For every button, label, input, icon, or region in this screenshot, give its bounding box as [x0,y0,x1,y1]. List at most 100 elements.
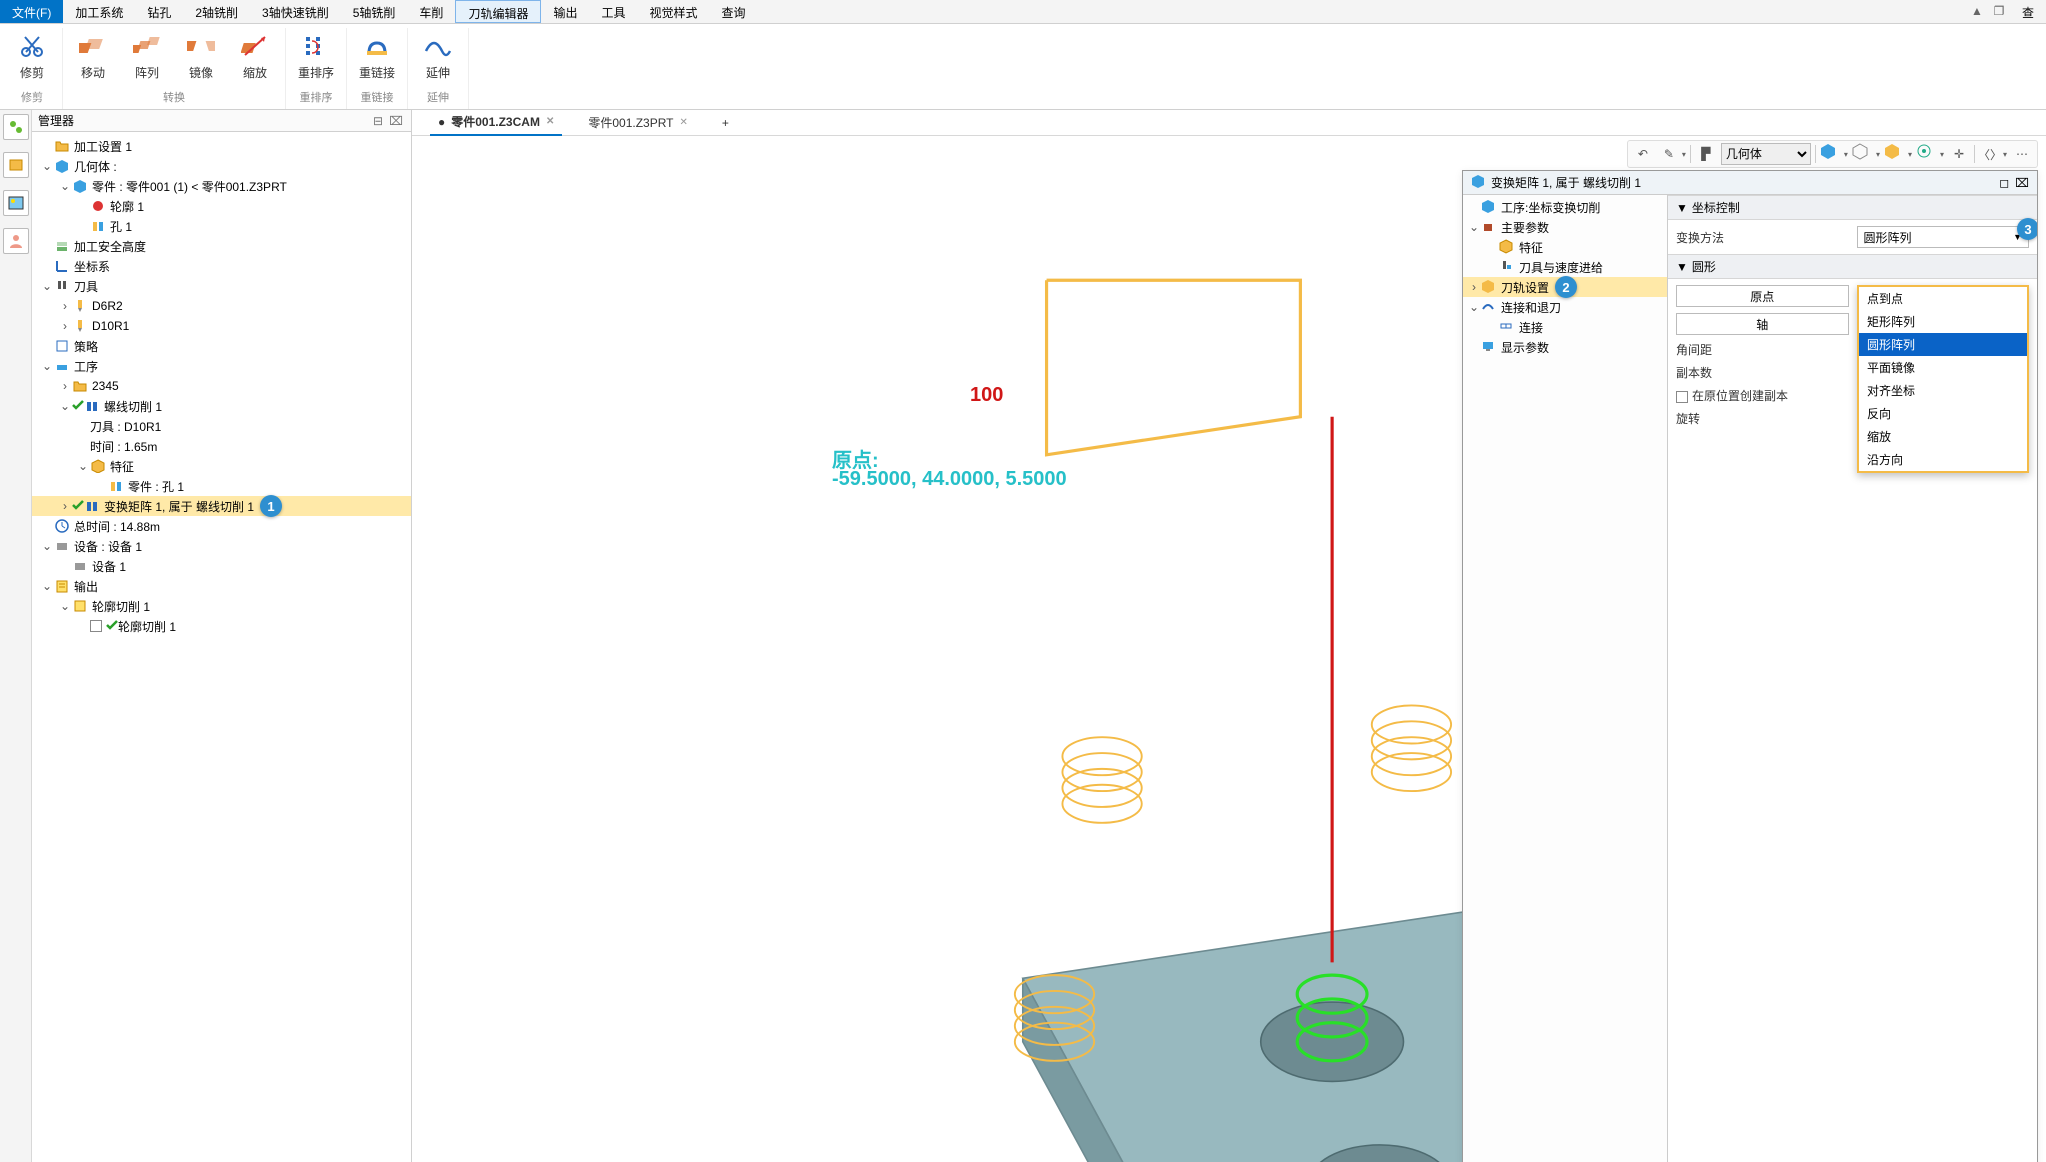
dropdown-option[interactable]: 矩形阵列 [1859,310,2027,333]
tree-row[interactable]: ⌄设备 : 设备 1 [32,536,411,556]
dropdown-option[interactable]: 反向 [1859,402,2027,425]
menu-item[interactable]: 输出 [541,0,589,23]
tree-row[interactable]: ›D6R2 [32,296,411,316]
section-circular[interactable]: ▼ 圆形 [1668,254,2037,279]
tree-caret[interactable]: › [58,499,72,513]
tree-caret[interactable]: · [40,239,54,253]
menubar-right-icon[interactable]: ▲ [1966,0,1988,23]
tree-caret[interactable]: · [40,339,54,353]
tree-caret[interactable]: ⌄ [58,179,72,193]
tree-caret[interactable]: · [76,439,90,453]
tree-row[interactable]: ·连接 [1463,317,1667,337]
tree-row[interactable]: ›D10R1 [32,316,411,336]
tree-caret[interactable]: ⌄ [1467,300,1481,314]
dropdown-option[interactable]: 沿方向 [1859,448,2027,471]
vstrip-green-icon[interactable] [3,114,29,140]
axis-button[interactable]: 轴 [1676,313,1849,335]
cube-gold-icon[interactable] [1884,143,1906,165]
tree-caret[interactable]: ⌄ [1467,220,1481,234]
menu-item[interactable]: 查询 [710,0,758,23]
tree-caret[interactable]: › [58,379,72,393]
section-coord-control[interactable]: ▼ 坐标控制 [1668,195,2037,220]
dropdown-option[interactable]: 点到点 [1859,287,2027,310]
menu-item[interactable]: 文件(F) [0,0,63,23]
tree-row[interactable]: ⌄工序 [32,356,411,376]
tree-row[interactable]: ·时间 : 1.65m [32,436,411,456]
tree-row[interactable]: ·加工设置 1 [32,136,411,156]
document-tab[interactable]: ● 零件001.Z3CAM ✕ [430,110,562,136]
dropdown-option[interactable]: 对齐坐标 [1859,379,2027,402]
tab-close-icon[interactable]: ✕ [680,117,688,128]
tree-row[interactable]: ·刀具与速度进给 [1463,257,1667,277]
tree-caret[interactable]: ⌄ [40,539,54,553]
tree-row[interactable]: ⌄轮廓切削 1 [32,596,411,616]
tree-row[interactable]: ⌄输出 [32,576,411,596]
tree-row[interactable]: ·轮廓切削 1 [32,616,411,636]
tree-caret[interactable]: · [40,139,54,153]
tree-caret[interactable]: · [1467,200,1481,214]
tree-caret[interactable]: · [1485,240,1499,254]
tree-row[interactable]: ·孔 1 [32,216,411,236]
ribbon-reorder-button[interactable]: 重排序 [292,28,340,83]
dropdown-option[interactable]: 平面镜像 [1859,356,2027,379]
tree-row[interactable]: ⌄几何体 : [32,156,411,176]
tree-row[interactable]: ·策略 [32,336,411,356]
ribbon-extend-button[interactable]: 延伸 [414,28,462,83]
tree-row[interactable]: ·加工安全高度 [32,236,411,256]
tree-row[interactable]: ·特征 [1463,237,1667,257]
tree-row[interactable]: ·设备 1 [32,556,411,576]
rp-close-icon[interactable]: ⌧ [2015,176,2029,190]
tree-caret[interactable]: · [1485,260,1499,274]
menu-item[interactable]: 视觉样式 [637,0,709,23]
dropdown-option[interactable]: 圆形阵列 [1859,333,2027,356]
tree-caret[interactable]: ⌄ [58,399,72,413]
tree-row[interactable]: ·工序:坐标变换切削 [1463,197,1667,217]
tree-caret[interactable]: ⌄ [58,599,72,613]
tree-caret[interactable]: ⌄ [40,279,54,293]
tree-caret[interactable]: · [1467,340,1481,354]
menu-item[interactable]: 加工系统 [63,0,135,23]
tree-row[interactable]: ⌄零件 : 零件001 (1) < 零件001.Z3PRT [32,176,411,196]
ribbon-move-button[interactable]: 移动 [69,28,117,83]
crosshair-icon[interactable]: ✛ [1948,143,1970,165]
tree-row[interactable]: ›2345 [32,376,411,396]
tree-row[interactable]: ›刀轨设置2 [1463,277,1667,297]
view-filter-dropdown[interactable]: 几何体 [1721,143,1811,165]
tree-caret[interactable]: · [76,219,90,233]
more-icon[interactable]: ⋯ [2011,143,2033,165]
tree-caret[interactable]: ⌄ [40,159,54,173]
tree-row[interactable]: ·总时间 : 14.88m [32,516,411,536]
target-icon[interactable] [1916,143,1938,165]
tree-caret[interactable]: › [58,299,72,313]
cube-solid-icon[interactable] [1820,143,1842,165]
manager-close-icon[interactable]: ⌧ [387,114,405,128]
tree-row[interactable]: ⌄刀具 [32,276,411,296]
rp-speech-icon[interactable]: ◻ [1999,176,2009,190]
tree-caret[interactable]: › [1467,280,1481,294]
tree-caret[interactable]: · [76,199,90,213]
menu-item[interactable]: 车削 [407,0,455,23]
menu-item[interactable]: 刀轨编辑器 [455,0,541,23]
tree-caret[interactable]: · [94,479,108,493]
vstrip-cube-icon[interactable] [3,152,29,178]
method-dropdown[interactable]: 圆形阵列▼ [1857,226,2030,248]
manager-pin-icon[interactable]: ⊟ [369,114,387,128]
search-hint[interactable]: 查 [2010,0,2046,23]
dropdown-option[interactable]: 缩放 [1859,425,2027,448]
tree-row[interactable]: ·轮廓 1 [32,196,411,216]
tree-row[interactable]: ⌄特征 [32,456,411,476]
tree-caret[interactable]: · [40,259,54,273]
vstrip-user-icon[interactable] [3,228,29,254]
menu-item[interactable]: 5轴铣削 [341,0,408,23]
tree-caret[interactable]: · [76,419,90,433]
tree-caret[interactable]: · [76,619,90,633]
tree-row[interactable]: ·坐标系 [32,256,411,276]
tree-caret[interactable]: · [40,519,54,533]
flag-icon[interactable]: ▛ [1695,143,1717,165]
tree-caret[interactable]: ⌄ [40,579,54,593]
tree-caret[interactable]: › [58,319,72,333]
back-icon[interactable]: ↶ [1632,143,1654,165]
ribbon-relink-button[interactable]: 重链接 [353,28,401,83]
vstrip-image-icon[interactable] [3,190,29,216]
tab-close-icon[interactable]: ✕ [546,116,554,127]
